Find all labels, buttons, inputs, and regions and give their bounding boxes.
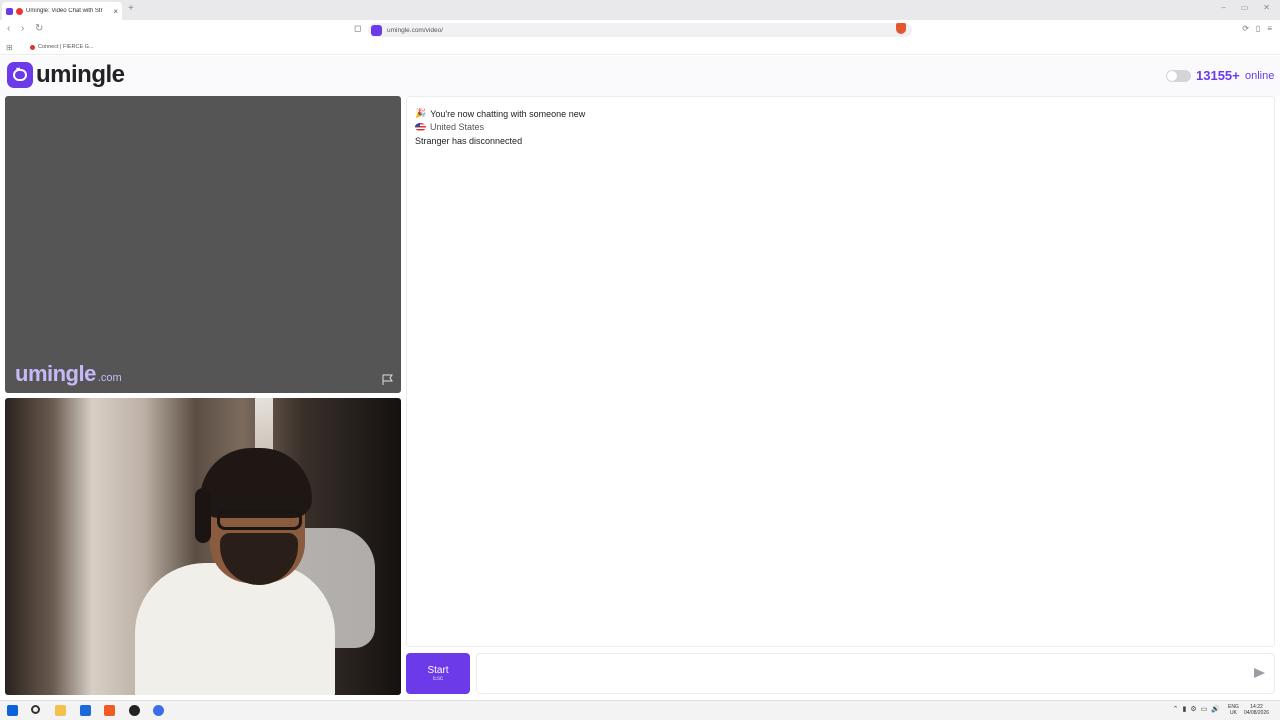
person-hair — [200, 448, 312, 518]
online-count: 13155+ — [1196, 68, 1240, 83]
system-tray: ⌃ ▮ ⚙ ▭ 🔊 — [1173, 705, 1220, 713]
file-explorer-icon[interactable] — [55, 705, 66, 716]
us-flag-icon — [415, 123, 426, 131]
send-icon[interactable] — [1254, 668, 1265, 678]
chat-message: 🎉 You're now chatting with someone new — [415, 108, 585, 119]
sidebar-icon[interactable]: ▯ — [1256, 24, 1260, 33]
tray-overflow-icon[interactable]: ⌃ — [1173, 705, 1179, 713]
language-indicator[interactable]: ENG UK — [1228, 704, 1239, 716]
network-icon[interactable]: ▭ — [1201, 705, 1208, 713]
person-shirt — [135, 563, 335, 695]
app-icon[interactable] — [129, 705, 140, 716]
site-info-icon[interactable] — [371, 24, 382, 36]
battery-icon[interactable]: ▮ — [1183, 705, 1187, 713]
site-header: umingle 13155+ online — [0, 56, 1280, 96]
window-controls: – ▭ ✕ — [1221, 3, 1270, 12]
chat-message: Stranger has disconnected — [415, 136, 522, 146]
chat-message-text: You're now chatting with someone new — [430, 108, 586, 119]
tab-title: Umingle: Video Chat with Str — [26, 8, 103, 14]
app-icon[interactable] — [153, 705, 164, 716]
settings-icon[interactable]: ⚙ — [1190, 705, 1196, 713]
close-window-button[interactable]: ✕ — [1263, 3, 1270, 12]
browser-right-tools: ⟳ ▯ ≡ — [1242, 24, 1272, 33]
bookmark-item[interactable]: Connect | FIERCE G... — [30, 44, 94, 50]
apps-grid-icon[interactable]: ⊞ — [6, 43, 13, 52]
recording-icon — [16, 7, 23, 15]
watermark-tld: .com — [97, 372, 122, 384]
maximize-button[interactable]: ▭ — [1241, 3, 1249, 12]
extensions-icon[interactable]: ⟳ — [1242, 24, 1249, 33]
self-video — [5, 398, 401, 695]
brave-shield-icon[interactable] — [896, 23, 906, 34]
chat-message-text: Stranger has disconnected — [415, 136, 523, 146]
back-button[interactable]: ‹ — [7, 23, 10, 34]
watermark-main: umingle — [15, 361, 96, 386]
toggle-knob — [1167, 71, 1177, 81]
headphones — [195, 488, 211, 543]
chat-log: 🎉 You're now chatting with someone new U… — [406, 96, 1275, 647]
address-bar[interactable]: umingle.com/video/ — [368, 23, 912, 37]
store-icon[interactable] — [80, 705, 91, 716]
theme-toggle[interactable] — [1166, 70, 1191, 82]
forward-button[interactable]: › — [21, 23, 24, 34]
chat-message: United States — [415, 122, 484, 132]
windows-start-icon[interactable] — [7, 705, 18, 716]
umingle-watermark: umingle .com — [15, 361, 122, 387]
brave-browser-icon[interactable] — [104, 705, 115, 716]
start-button[interactable]: Start Esc — [406, 653, 470, 694]
menu-icon[interactable]: ≡ — [1267, 24, 1272, 33]
windows-taskbar: ⌃ ▮ ⚙ ▭ 🔊 ENG UK 14:22 04/08/2026 — [0, 700, 1280, 720]
new-tab-button[interactable]: + — [128, 3, 134, 14]
logo-text[interactable]: umingle — [36, 61, 125, 89]
online-label: online — [1245, 70, 1275, 82]
clock[interactable]: 14:22 04/08/2026 — [1244, 704, 1269, 716]
search-icon[interactable] — [31, 705, 40, 714]
reload-button[interactable]: ↻ — [35, 23, 43, 34]
start-label: Start — [427, 665, 449, 676]
start-shortcut-hint: Esc — [432, 676, 443, 682]
report-flag-icon[interactable] — [382, 374, 394, 385]
umingle-favicon-icon — [6, 7, 13, 15]
bookmark-favicon-icon — [30, 44, 35, 50]
bookmark-icon[interactable]: ◻ — [354, 23, 361, 34]
stranger-video: umingle .com — [5, 96, 401, 393]
minimize-button[interactable]: – — [1221, 3, 1225, 12]
close-tab-icon[interactable]: × — [113, 7, 118, 16]
umingle-logo-icon[interactable] — [7, 62, 33, 88]
browser-tab-strip: Umingle: Video Chat with Str × + – ▭ ✕ — [0, 0, 1280, 20]
browser-toolbar: ‹ › ↻ ◻ umingle.com/video/ — [0, 20, 1280, 40]
person-glasses — [217, 510, 302, 530]
bookmark-label: Connect | FIERCE G... — [38, 44, 94, 50]
message-input[interactable] — [476, 653, 1275, 694]
browser-tab[interactable]: Umingle: Video Chat with Str × — [2, 2, 122, 20]
clock-date: 04/08/2026 — [1244, 710, 1270, 716]
party-popper-icon: 🎉 — [415, 108, 427, 118]
volume-icon[interactable]: 🔊 — [1211, 705, 1220, 713]
language-region: UK — [1229, 710, 1237, 716]
url-text: umingle.com/video/ — [387, 26, 443, 34]
chat-message-text: United States — [430, 122, 485, 132]
bookmarks-bar: ⊞ Connect | FIERCE G... — [0, 40, 1280, 55]
